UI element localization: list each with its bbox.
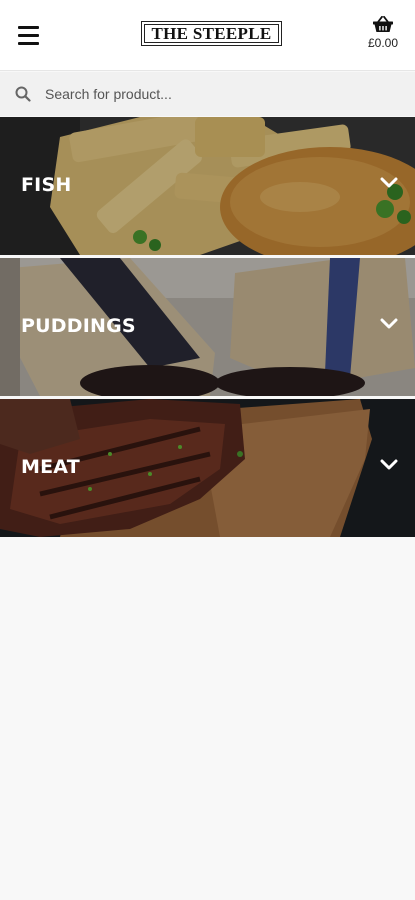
chevron-down-icon	[380, 177, 398, 188]
chevron-down-icon	[380, 318, 398, 329]
search-bar	[0, 72, 415, 116]
category-title-meat: MEAT	[21, 456, 80, 478]
cart-button[interactable]: £0.00	[363, 16, 403, 50]
category-puddings[interactable]: PUDDINGS	[0, 258, 415, 396]
category-meat[interactable]: MEAT	[0, 399, 415, 537]
basket-icon	[373, 16, 393, 32]
hamburger-menu-icon[interactable]	[18, 25, 39, 46]
chevron-down-icon	[380, 459, 398, 470]
category-title-fish: FISH	[21, 174, 72, 196]
app-header: THE STEEPLE £0.00	[0, 0, 415, 71]
brand-logo[interactable]: THE STEEPLE	[141, 21, 282, 46]
category-fish[interactable]: FISH	[0, 117, 415, 255]
search-input[interactable]	[45, 82, 395, 106]
category-title-puddings: PUDDINGS	[21, 315, 136, 337]
search-icon	[15, 86, 31, 102]
brand-logo-text: THE STEEPLE	[151, 23, 272, 43]
cart-total: £0.00	[367, 36, 399, 50]
